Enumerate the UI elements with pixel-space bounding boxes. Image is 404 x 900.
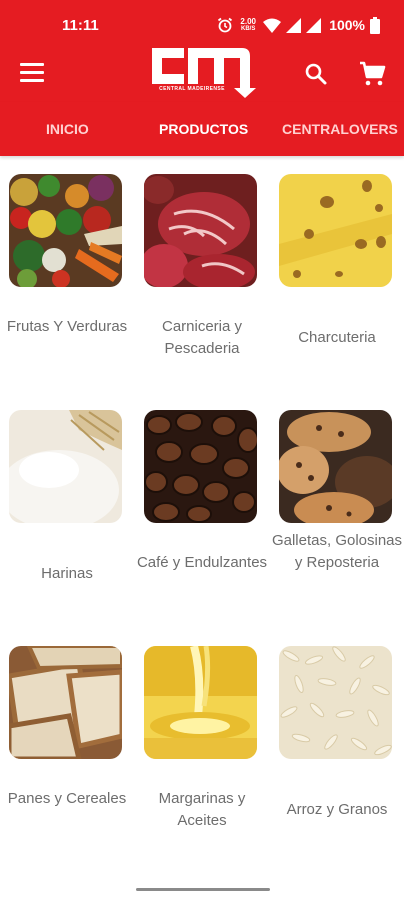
- vegetables-photo: [9, 174, 122, 287]
- category-charcuteria[interactable]: Charcuteria: [270, 160, 404, 396]
- wifi-icon: [263, 18, 282, 33]
- battery-icon: [370, 16, 380, 34]
- menu-button[interactable]: [20, 63, 44, 85]
- signal-icon-2: [306, 17, 322, 33]
- status-icons: 2.00 KB/S 100%: [217, 15, 380, 35]
- battery-percent: 100%: [329, 17, 365, 33]
- alarm-icon: [218, 17, 233, 33]
- category-label: Café y Endulzantes: [136, 554, 268, 571]
- category-label: Arroz y Granos: [286, 801, 388, 818]
- bread-photo: [9, 646, 122, 759]
- top-tabs: INICIO PRODUCTOS CENTRALOVERS: [0, 102, 404, 156]
- category-panes-cereales[interactable]: Panes y Cereales: [0, 632, 134, 868]
- cookies-photo: [279, 410, 392, 523]
- app-bar: CENTRAL MADEIRENSE: [0, 48, 404, 102]
- flour-photo: [9, 410, 122, 523]
- search-button[interactable]: [302, 60, 330, 88]
- network-speed: 2.00 KB/S: [240, 16, 256, 32]
- category-label: Frutas Y Verduras: [6, 318, 128, 335]
- category-cafe-endulzantes[interactable]: Café y Endulzantes: [135, 396, 269, 632]
- signal-icon: [286, 17, 302, 33]
- cart-button[interactable]: [357, 58, 387, 88]
- home-indicator[interactable]: [136, 888, 270, 891]
- category-label: Carniceria y Pescaderia: [161, 318, 243, 357]
- category-label: Charcuteria: [298, 329, 376, 346]
- category-label: Harinas: [41, 565, 93, 582]
- logo-subtext: CENTRAL MADEIRENSE: [159, 86, 225, 92]
- category-carniceria-pescaderia[interactable]: Carniceria y Pescaderia: [135, 160, 269, 396]
- category-harinas[interactable]: Harinas: [0, 396, 134, 632]
- cart-icon: [360, 61, 386, 86]
- category-margarinas-aceites[interactable]: Margarinas y Aceites: [135, 632, 269, 868]
- category-frutas-verduras[interactable]: Frutas Y Verduras: [0, 160, 134, 396]
- tab-productos[interactable]: PRODUCTOS: [159, 102, 248, 156]
- status-bar: 11:11 2.00 KB/S 100%: [0, 0, 404, 48]
- menu-icon: [20, 63, 44, 66]
- category-galletas-golosinas-reposteria[interactable]: Galletas, Golosinas y Reposteria: [270, 396, 404, 632]
- oil-photo: [144, 646, 257, 759]
- tab-centralovers[interactable]: CENTRALOVERS: [282, 102, 398, 156]
- status-time: 11:11: [62, 17, 99, 34]
- cheese-photo: [279, 174, 392, 287]
- tab-inicio[interactable]: INICIO: [46, 102, 89, 156]
- category-label: Panes y Cereales: [7, 790, 127, 807]
- coffee-beans-photo: [144, 410, 257, 523]
- category-label: Margarinas y Aceites: [158, 790, 246, 829]
- search-icon: [305, 63, 327, 85]
- rice-photo: [279, 646, 392, 759]
- category-label: Galletas, Golosinas y Reposteria: [271, 532, 403, 571]
- category-arroz-granos[interactable]: Arroz y Granos: [270, 632, 404, 868]
- meat-photo: [144, 174, 257, 287]
